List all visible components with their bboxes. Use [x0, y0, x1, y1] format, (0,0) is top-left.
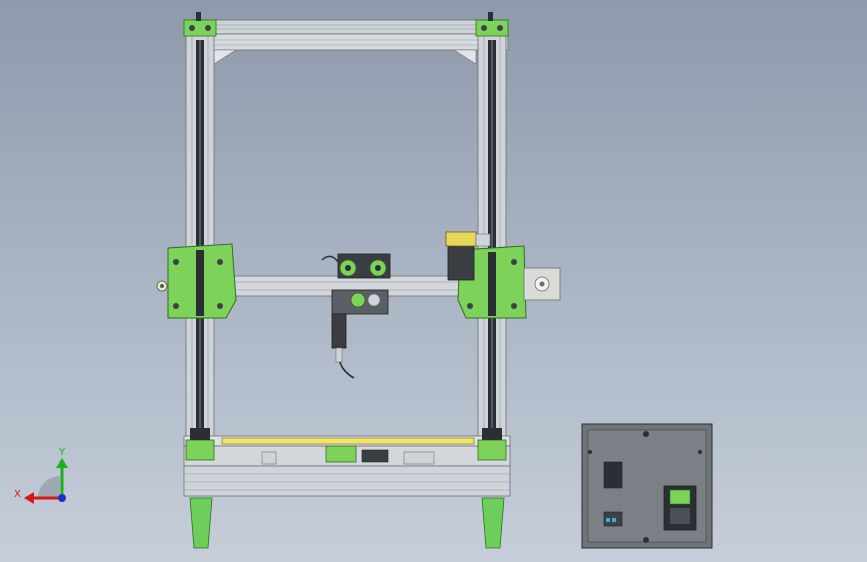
right-column	[477, 21, 507, 443]
left-leg	[189, 497, 213, 549]
z-axis-dot	[58, 494, 66, 502]
x-axis-label: X	[14, 489, 21, 500]
right-leg	[481, 497, 505, 549]
triad-plane	[38, 476, 60, 498]
top-right-bracket	[475, 12, 509, 37]
top-left-bracket	[183, 12, 217, 37]
orientation-triad: Y X	[14, 447, 68, 504]
cad-3d-viewport[interactable]: Y X	[0, 0, 867, 562]
left-column	[185, 21, 215, 443]
y-axis-label: Y	[58, 447, 66, 458]
top-crossbar	[185, 19, 509, 65]
left-z-carriage	[156, 243, 237, 319]
printer-assembly[interactable]	[156, 12, 561, 549]
electronics-box[interactable]	[581, 423, 713, 549]
base-frame	[183, 428, 511, 497]
print-head-carriage	[321, 253, 391, 379]
